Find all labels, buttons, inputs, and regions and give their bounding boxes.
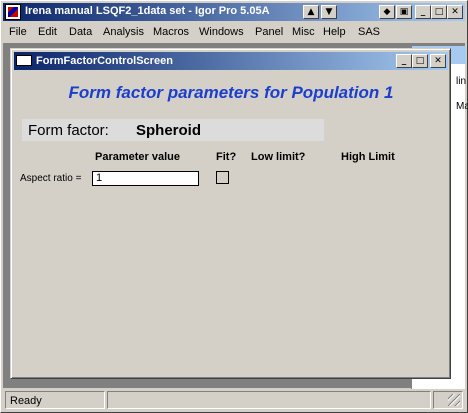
menu-help[interactable]: Help (323, 26, 346, 38)
status-bar: Ready (3, 389, 465, 411)
background-window-text: lin (456, 76, 467, 87)
child-window-title: FormFactorControlScreen (36, 55, 173, 67)
menu-windows[interactable]: Windows (199, 26, 244, 38)
form-factor-control-window: FormFactorControlScreen _ □ ✕ Form facto… (10, 48, 451, 379)
status-text: Ready (10, 395, 42, 407)
close-button[interactable]: ✕ (447, 5, 463, 19)
child-minimize-button[interactable]: _ (396, 54, 412, 68)
menu-file[interactable]: File (9, 26, 27, 38)
app-title-bar[interactable]: Irena manual LSQF2_1data set - Igor Pro … (3, 3, 465, 21)
form-factor-value: Spheroid (136, 122, 202, 139)
maximize-button[interactable]: □ (431, 5, 447, 19)
status-panel-grip (433, 391, 463, 409)
resize-grip-icon[interactable] (448, 394, 460, 406)
menu-analysis[interactable]: Analysis (103, 26, 144, 38)
panel-heading: Form factor parameters for Population 1 (68, 83, 394, 102)
minimize-button[interactable]: _ (415, 5, 431, 19)
menu-sas[interactable]: SAS (358, 26, 380, 38)
menu-data[interactable]: Data (69, 26, 92, 38)
column-header-fit: Fit? (216, 151, 237, 163)
menu-edit[interactable]: Edit (38, 26, 57, 38)
form-factor-display: Form factor: Spheroid (22, 119, 324, 141)
child-title-bar[interactable]: FormFactorControlScreen _ □ ✕ (14, 52, 448, 70)
diamond-icon-button[interactable]: ◆ (379, 5, 395, 19)
background-window-text: Max (456, 101, 468, 112)
aspect-ratio-input[interactable]: 1 (92, 171, 199, 186)
panel-body: Form factor parameters for Population 1 … (14, 71, 448, 376)
column-header-low-limit: Low limit? (251, 151, 306, 163)
menu-panel[interactable]: Panel (255, 26, 283, 38)
aspect-ratio-label: Aspect ratio = (20, 173, 82, 184)
app-title: Irena manual LSQF2_1data set - Igor Pro … (25, 5, 270, 17)
status-panel-main: Ready (5, 391, 105, 409)
window-icon[interactable] (16, 55, 32, 66)
child-close-button[interactable]: ✕ (430, 54, 446, 68)
column-header-high-limit: High Limit (341, 151, 395, 163)
column-header-parameter-value: Parameter value (95, 151, 180, 163)
igor-app-icon[interactable] (5, 4, 21, 20)
menu-misc[interactable]: Misc (292, 26, 315, 38)
igor-app-window: Irena manual LSQF2_1data set - Igor Pro … (0, 0, 468, 413)
form-factor-label: Form factor: (28, 122, 109, 139)
aspect-ratio-fit-checkbox[interactable] (216, 171, 229, 184)
menu-bar: File Edit Data Analysis Macros Windows P… (3, 23, 465, 41)
down-arrow-button[interactable]: ▼ (321, 5, 337, 19)
status-panel-secondary (107, 391, 431, 409)
up-arrow-button[interactable]: ▲ (303, 5, 319, 19)
menu-macros[interactable]: Macros (153, 26, 189, 38)
child-maximize-button[interactable]: □ (412, 54, 428, 68)
save-icon-button[interactable]: ▣ (396, 5, 412, 19)
